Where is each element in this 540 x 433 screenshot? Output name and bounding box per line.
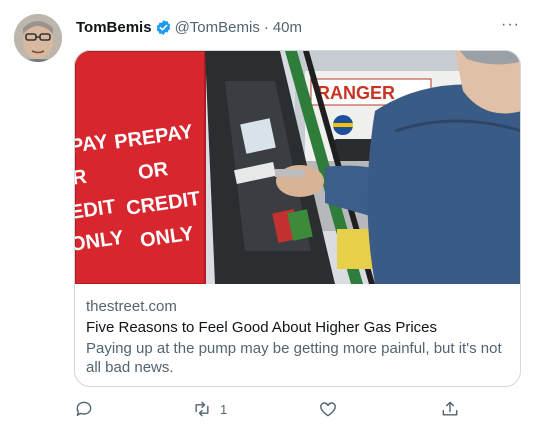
reply-button[interactable]: [74, 397, 102, 421]
pump-sign-right-line-2: OR: [137, 158, 170, 184]
card-image: RANGER PAY R EDIT ONLY PREPAY OR CREDIT …: [75, 51, 520, 284]
more-options-icon[interactable]: ···: [501, 16, 520, 34]
tweet-header: TomBemis @TomBemis · 40m ···: [76, 16, 520, 38]
like-button[interactable]: [318, 397, 346, 421]
reply-icon: [76, 401, 92, 416]
link-card[interactable]: RANGER PAY R EDIT ONLY PREPAY OR CREDIT …: [74, 50, 521, 387]
author-name[interactable]: TomBemis: [76, 19, 152, 36]
retweet-count: 1: [220, 401, 228, 417]
card-domain: thestreet.com: [86, 298, 177, 315]
tweet[interactable]: TomBemis @TomBemis · 40m ··· RANGER PAY …: [0, 0, 540, 433]
card-description: Paying up at the pump may be getting mor…: [86, 340, 502, 376]
verified-badge-icon: [155, 19, 172, 36]
avatar-photo: [14, 14, 62, 62]
avatar[interactable]: [14, 14, 62, 62]
retweet-icon: [195, 401, 209, 417]
card-meta: thestreet.com Five Reasons to Feel Good …: [86, 297, 509, 377]
author-handle[interactable]: @TomBemis: [175, 19, 260, 36]
heart-icon: [320, 402, 336, 417]
share-button[interactable]: [440, 397, 468, 421]
tweet-actions: 1: [74, 397, 474, 421]
card-title[interactable]: Five Reasons to Feel Good About Higher G…: [86, 318, 509, 337]
tweet-timestamp[interactable]: 40m: [273, 19, 302, 36]
store-sign-text: RANGER: [317, 83, 395, 103]
share-icon: [442, 401, 458, 416]
dot-separator: ·: [263, 18, 269, 36]
retweet-button[interactable]: 1: [192, 397, 227, 421]
